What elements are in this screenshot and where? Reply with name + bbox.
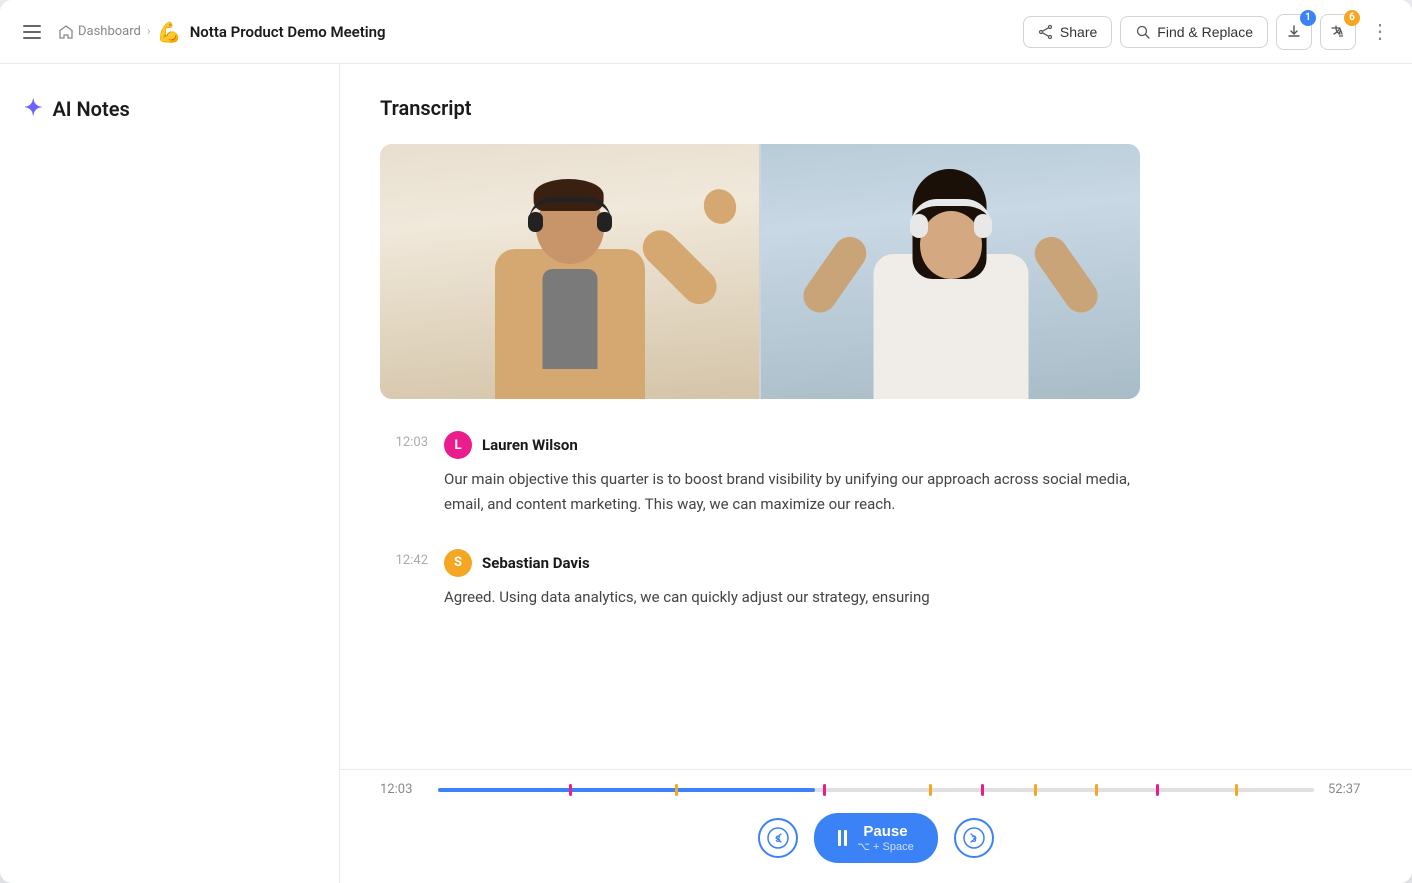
marker-3 bbox=[929, 784, 932, 796]
header-right: Share Find & Replace 1 6 bbox=[1023, 14, 1396, 50]
ai-notes-title: ✦ AI Notes bbox=[24, 96, 315, 121]
more-button[interactable]: ⋮ bbox=[1364, 16, 1396, 48]
breadcrumb: Dashboard › 💪 Notta Product Demo Meeting bbox=[58, 20, 386, 44]
transcript-title: Transcript bbox=[380, 96, 1372, 120]
find-replace-button[interactable]: Find & Replace bbox=[1120, 16, 1268, 48]
time-end: 52:37 bbox=[1328, 782, 1372, 797]
marker-5 bbox=[1034, 784, 1037, 796]
male-headphone-left bbox=[528, 212, 543, 232]
video-person-right bbox=[761, 144, 1140, 399]
skip-forward-button[interactable]: 3 bbox=[954, 818, 994, 858]
female-headphone-left bbox=[910, 214, 928, 238]
avatar-0: L bbox=[444, 431, 472, 459]
pause-button[interactable]: Pause ⌥ + Space bbox=[814, 813, 937, 863]
translate-icon bbox=[1330, 24, 1346, 40]
find-replace-label: Find & Replace bbox=[1157, 24, 1253, 40]
right-panel: Transcript bbox=[340, 64, 1412, 883]
translate-button[interactable]: 6 bbox=[1320, 14, 1356, 50]
avatar-1: S bbox=[444, 549, 472, 577]
male-headphone-right bbox=[597, 212, 612, 232]
menu-icon-line bbox=[23, 25, 41, 27]
female-arm-right bbox=[1028, 230, 1104, 319]
entry-text-0: Our main objective this quarter is to bo… bbox=[444, 467, 1164, 517]
home-icon bbox=[58, 24, 74, 40]
entry-time-0: 12:03 bbox=[380, 431, 428, 450]
player-bar: 12:03 bbox=[340, 769, 1412, 883]
speaker-name-1: Sebastian Davis bbox=[482, 554, 590, 572]
video-thumbnail[interactable] bbox=[380, 144, 1140, 399]
skip-back-icon: 3 bbox=[767, 827, 789, 849]
male-inner-shirt bbox=[542, 269, 597, 369]
breadcrumb-home[interactable]: Dashboard bbox=[58, 24, 141, 40]
pause-label-group: Pause ⌥ + Space bbox=[857, 823, 913, 853]
breadcrumb-separator: › bbox=[147, 24, 151, 39]
download-button[interactable]: 1 bbox=[1276, 14, 1312, 50]
pause-bar-left bbox=[838, 830, 841, 846]
share-label: Share bbox=[1060, 24, 1097, 40]
sparkle-icon: ✦ bbox=[24, 96, 42, 121]
marker-7 bbox=[1156, 784, 1159, 796]
page-title: Notta Product Demo Meeting bbox=[190, 23, 386, 41]
header: Dashboard › 💪 Notta Product Demo Meeting bbox=[0, 0, 1412, 64]
translate-badge: 6 bbox=[1344, 10, 1360, 26]
title-emoji: 💪 bbox=[157, 20, 182, 44]
menu-icon-line bbox=[23, 31, 41, 33]
speaker-row-1: S Sebastian Davis bbox=[444, 549, 1372, 577]
female-headphone-right bbox=[974, 214, 992, 238]
find-icon bbox=[1135, 24, 1151, 40]
header-left: Dashboard › 💪 Notta Product Demo Meeting bbox=[16, 16, 1023, 48]
pause-label: Pause bbox=[857, 823, 913, 840]
ai-notes-label: AI Notes bbox=[52, 97, 129, 121]
title-row: 💪 Notta Product Demo Meeting bbox=[157, 20, 386, 44]
content-area: ✦ AI Notes Transcript bbox=[0, 64, 1412, 883]
entry-content-0: L Lauren Wilson Our main objective this … bbox=[444, 431, 1372, 517]
marker-4 bbox=[981, 784, 984, 796]
skip-forward-icon: 3 bbox=[963, 827, 985, 849]
progress-fill bbox=[438, 788, 815, 792]
progress-row: 12:03 bbox=[380, 782, 1372, 797]
female-arm-left bbox=[797, 230, 873, 319]
transcript-area: Transcript bbox=[340, 64, 1412, 769]
entry-content-1: S Sebastian Davis Agreed. Using data ana… bbox=[444, 549, 1372, 610]
entry-time-1: 12:42 bbox=[380, 549, 428, 568]
male-arm-raised bbox=[635, 223, 723, 311]
male-hand bbox=[699, 185, 741, 229]
female-figure bbox=[761, 170, 1140, 400]
video-person-left bbox=[380, 144, 761, 399]
speaker-name-0: Lauren Wilson bbox=[482, 436, 578, 454]
marker-2 bbox=[823, 784, 826, 796]
pause-shortcut: ⌥ + Space bbox=[857, 840, 913, 853]
progress-track[interactable] bbox=[438, 788, 1314, 792]
download-icon bbox=[1286, 24, 1302, 40]
more-dots: ⋮ bbox=[1370, 19, 1390, 44]
speaker-row-0: L Lauren Wilson bbox=[444, 431, 1372, 459]
transcript-entry-0: 12:03 L Lauren Wilson Our main objective… bbox=[380, 431, 1372, 517]
breadcrumb-dashboard-label: Dashboard bbox=[78, 24, 141, 39]
marker-8 bbox=[1235, 784, 1238, 796]
share-icon bbox=[1038, 24, 1054, 40]
time-start: 12:03 bbox=[380, 782, 424, 797]
share-button[interactable]: Share bbox=[1023, 16, 1112, 48]
menu-icon-line bbox=[23, 37, 41, 39]
download-badge: 1 bbox=[1300, 10, 1316, 26]
skip-back-button[interactable]: 3 bbox=[758, 818, 798, 858]
pause-bar-right bbox=[844, 830, 847, 846]
transcript-entry-1: 12:42 S Sebastian Davis Agreed. Using da… bbox=[380, 549, 1372, 610]
left-panel: ✦ AI Notes bbox=[0, 64, 340, 883]
controls-row: 3 Pause ⌥ + Space bbox=[380, 813, 1372, 863]
app-window: Dashboard › 💪 Notta Product Demo Meeting bbox=[0, 0, 1412, 883]
male-figure bbox=[380, 170, 759, 400]
pause-icon bbox=[838, 830, 847, 846]
marker-6 bbox=[1095, 784, 1098, 796]
menu-button[interactable] bbox=[16, 16, 48, 48]
entry-text-1: Agreed. Using data analytics, we can qui… bbox=[444, 585, 1164, 610]
